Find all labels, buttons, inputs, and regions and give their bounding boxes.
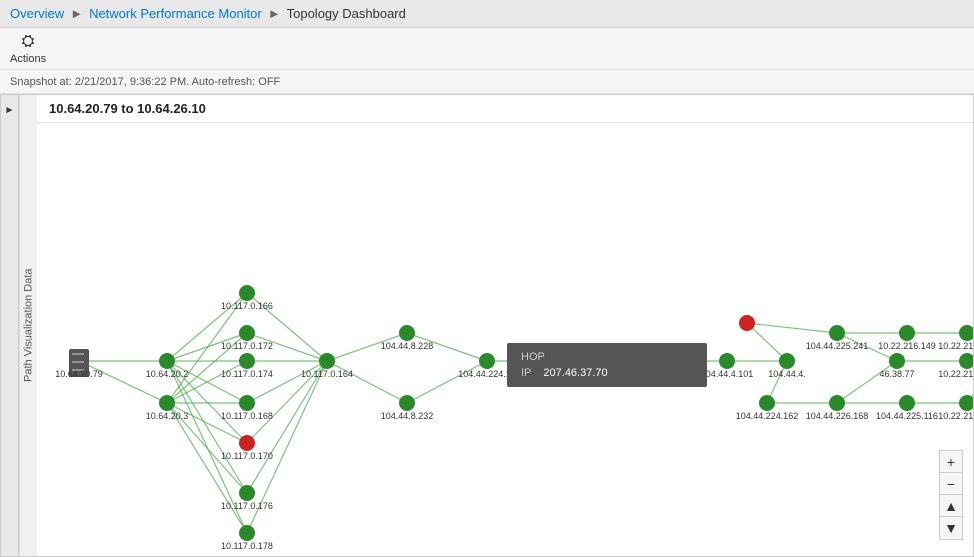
- pan-up-button[interactable]: ▲: [940, 495, 962, 517]
- breadcrumb-sep-1: ►: [70, 6, 83, 21]
- svg-text:104.44.226.168: 104.44.226.168: [806, 411, 869, 421]
- tooltip-hop-label: HOP: [521, 351, 545, 363]
- svg-text:104.44.8.228: 104.44.8.228: [381, 341, 434, 351]
- svg-text:10.22.216.153: 10.22.216.153: [938, 369, 973, 379]
- network-diagram: 10.64.20.79 10.64.20.2 10.64.20.3 10.117.0.…: [37, 123, 973, 550]
- path-header: 10.64.20.79 to 10.64.26.10: [37, 95, 973, 123]
- breadcrumb-monitor[interactable]: Network Performance Monitor: [89, 6, 262, 21]
- svg-text:10.64.20.3: 10.64.20.3: [146, 411, 189, 421]
- svg-text:10.64.20.2: 10.64.20.2: [146, 369, 189, 379]
- svg-text:10.117.0.164: 10.117.0.164: [301, 369, 353, 379]
- svg-text:104.44.4.101: 104.44.4.101: [701, 369, 754, 379]
- svg-text:10.22.216.149: 10.22.216.149: [878, 341, 936, 351]
- svg-text:104.44.224.162: 104.44.224.162: [736, 411, 799, 421]
- zoom-out-button[interactable]: −: [940, 473, 962, 495]
- svg-text:10.117.0.168: 10.117.0.168: [221, 411, 273, 421]
- svg-text:10.64.20.79: 10.64.20.79: [55, 369, 103, 379]
- zoom-in-button[interactable]: +: [940, 451, 962, 473]
- svg-text:10.117.0.178: 10.117.0.178: [221, 541, 273, 550]
- toolbar: ⛭ Actions: [0, 28, 974, 70]
- tooltip-box: HOP IP 207.46.37.70: [507, 343, 707, 387]
- diagram-area: 10.64.20.79 to 10.64.26.10 10.64.20.7910…: [37, 95, 973, 556]
- svg-text:10.117.0.172: 10.117.0.172: [221, 341, 273, 351]
- tooltip-ip-value: 207.46.37.70: [543, 367, 607, 379]
- main-content: ► Path Visualization Data 10.64.20.79 to…: [0, 94, 974, 557]
- actions-icon: ⛭: [22, 33, 35, 51]
- collapse-button[interactable]: ►: [1, 95, 19, 556]
- actions-label: Actions: [10, 53, 46, 65]
- svg-text:10.22.216.151: 10.22.216.151: [938, 411, 973, 421]
- svg-text:104.44.225.241: 104.44.225.241: [806, 341, 869, 351]
- top-bar: Overview ► Network Performance Monitor ►…: [0, 0, 974, 28]
- svg-text:46.38.77: 46.38.77: [879, 369, 914, 379]
- svg-text:104.44.4.: 104.44.4.: [768, 369, 806, 379]
- svg-text:10.22.216.129: 10.22.216.129: [938, 341, 973, 351]
- pan-down-button[interactable]: ▼: [940, 517, 962, 539]
- breadcrumb-overview[interactable]: Overview: [10, 6, 64, 21]
- svg-text:104.44.225.116: 104.44.225.116: [876, 411, 938, 421]
- tooltip-ip-label: IP: [521, 367, 531, 379]
- actions-button[interactable]: ⛭ Actions: [10, 33, 46, 65]
- breadcrumb-sep-2: ►: [268, 6, 281, 21]
- svg-text:104.44.8.232: 104.44.8.232: [381, 411, 434, 421]
- breadcrumb-dashboard: Topology Dashboard: [287, 6, 406, 21]
- svg-text:10.117.0.176: 10.117.0.176: [221, 501, 273, 511]
- network-canvas[interactable]: 10.64.20.79 10.64.20.2 10.64.20.3 10.117.0.…: [37, 123, 973, 550]
- sidebar-label: Path Visualization Data: [19, 95, 37, 556]
- snapshot-bar: Snapshot at: 2/21/2017, 9:36:22 PM. Auto…: [0, 70, 974, 94]
- snapshot-text: Snapshot at: 2/21/2017, 9:36:22 PM. Auto…: [10, 76, 280, 88]
- zoom-controls: + − ▲ ▼: [939, 450, 963, 540]
- svg-text:10.117.0.174: 10.117.0.174: [221, 369, 273, 379]
- svg-text:10.117.0.170: 10.117.0.170: [221, 451, 273, 461]
- svg-text:10.117.0.166: 10.117.0.166: [221, 301, 273, 311]
- breadcrumb: Overview ► Network Performance Monitor ►…: [10, 6, 406, 21]
- path-title: 10.64.20.79 to 10.64.26.10: [49, 101, 206, 116]
